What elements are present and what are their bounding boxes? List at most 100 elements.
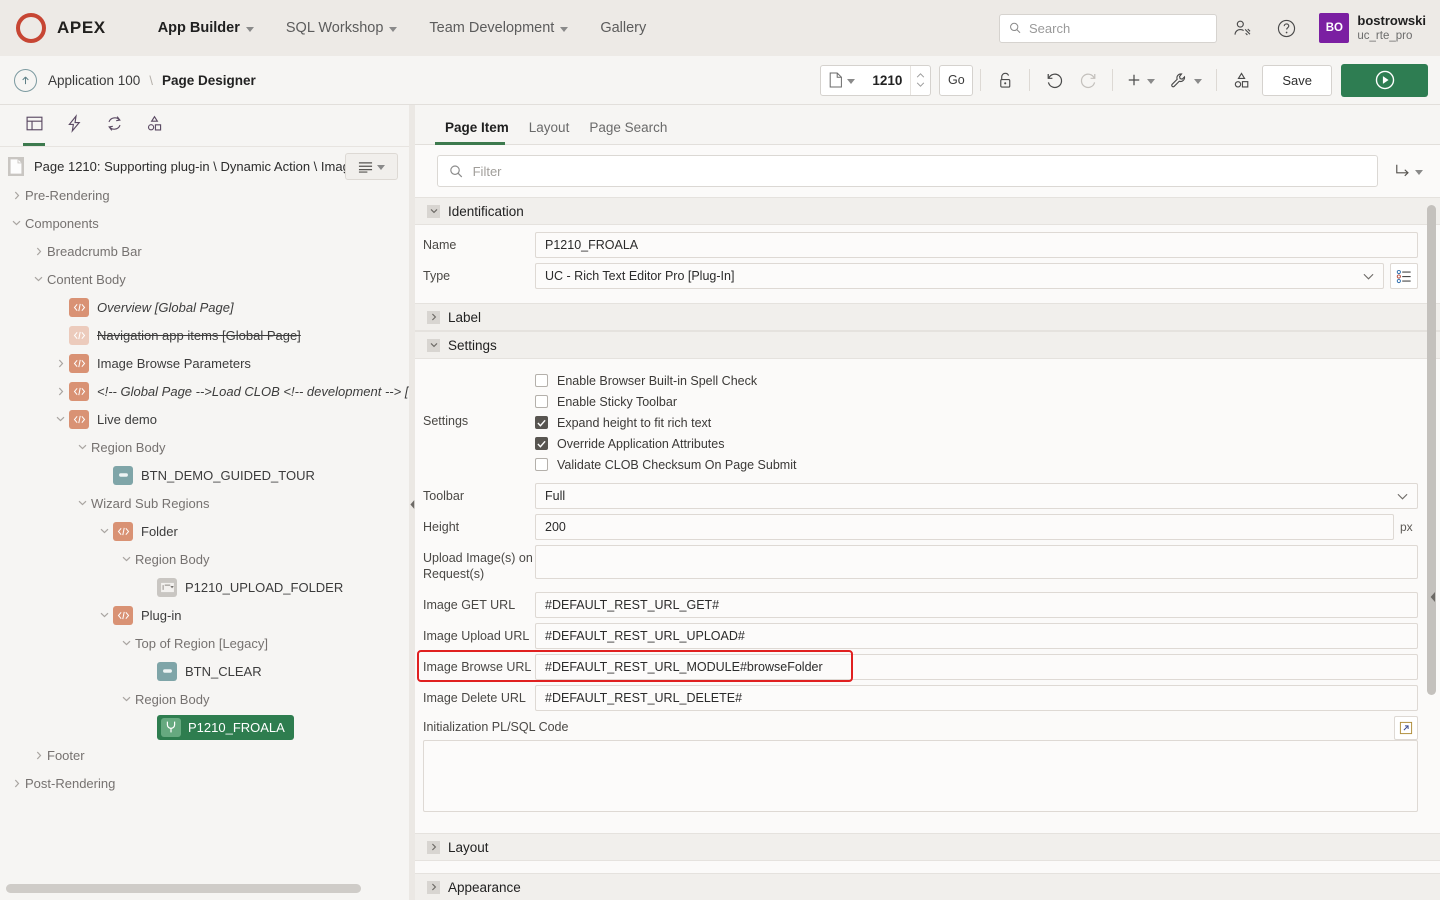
tree-node[interactable]: P1210_UPLOAD_FOLDER [0, 573, 409, 601]
undo-icon[interactable] [1037, 65, 1071, 96]
tree-node-selected[interactable]: P1210_FROALA [157, 715, 294, 740]
nav-item-sql-workshop[interactable]: SQL Workshop [270, 14, 414, 42]
tree-node[interactable]: BTN_DEMO_GUIDED_TOUR [0, 461, 409, 489]
page-selector[interactable]: 1210 [820, 65, 931, 96]
nav-item-team-development[interactable]: Team Development [413, 14, 584, 42]
search-input[interactable] [1029, 21, 1207, 36]
tree-node[interactable]: Post-Rendering [0, 769, 409, 797]
section-header-settings[interactable]: Settings [415, 331, 1440, 359]
section-header-appearance[interactable]: Appearance [415, 873, 1440, 900]
chevron-right-icon[interactable] [8, 779, 25, 788]
rendering-tab[interactable] [14, 105, 54, 146]
filter-input[interactable] [473, 164, 1366, 179]
image-upload-url-input[interactable] [535, 623, 1418, 649]
checkbox-unchecked-icon[interactable] [535, 374, 548, 387]
breadcrumb-application[interactable]: Application 100 [48, 73, 140, 88]
checkbox-checked-icon[interactable] [535, 437, 548, 450]
shared-components-tab[interactable] [134, 105, 174, 146]
upload-requests-input[interactable] [535, 545, 1418, 579]
avatar[interactable]: BO [1319, 13, 1349, 43]
checkbox-checked-icon[interactable] [535, 416, 548, 429]
chevron-down-icon[interactable] [30, 276, 47, 282]
tab-layout[interactable]: Layout [519, 120, 580, 144]
chevron-right-icon[interactable] [52, 359, 69, 368]
tree-node[interactable]: Components [0, 209, 409, 237]
tree-node[interactable]: Folder [0, 517, 409, 545]
tree-node[interactable]: Wizard Sub Regions [0, 489, 409, 517]
checkbox-unchecked-icon[interactable] [535, 458, 548, 471]
tree-node[interactable]: Region Body [0, 433, 409, 461]
name-input[interactable] [535, 232, 1418, 258]
tree-node[interactable]: Image Browse Parameters [0, 349, 409, 377]
tab-page-search[interactable]: Page Search [579, 120, 677, 144]
processing-tab[interactable] [94, 105, 134, 146]
chevron-right-icon[interactable] [30, 751, 47, 760]
chevron-right-icon[interactable] [30, 247, 47, 256]
utilities-button[interactable] [1162, 65, 1209, 96]
unlock-icon[interactable] [988, 65, 1022, 96]
tree-node[interactable]: Breadcrumb Bar [0, 237, 409, 265]
init-plsql-textarea[interactable] [423, 740, 1418, 812]
section-header-identification[interactable]: Identification [415, 197, 1440, 225]
settings-checkbox[interactable]: Expand height to fit rich text [535, 413, 796, 433]
user-menu[interactable]: bostrowski uc_rte_pro [1357, 13, 1426, 44]
checkbox-unchecked-icon[interactable] [535, 395, 548, 408]
tree-node[interactable]: BTN_CLEAR [0, 657, 409, 685]
tree-menu-button[interactable] [345, 153, 398, 180]
tree-node[interactable]: Content Body [0, 265, 409, 293]
settings-checkbox[interactable]: Override Application Attributes [535, 434, 796, 454]
toolbar-select[interactable]: Full [535, 483, 1418, 509]
chevron-down-icon[interactable] [74, 444, 91, 450]
chevron-down-icon[interactable] [118, 556, 135, 562]
image-get-url-input[interactable] [535, 592, 1418, 618]
type-lov-button[interactable] [1390, 263, 1418, 289]
tree-node[interactable]: Region Body [0, 545, 409, 573]
tab-page-item[interactable]: Page Item [435, 120, 519, 144]
filter-options-button[interactable] [1390, 159, 1427, 183]
global-search[interactable] [999, 14, 1217, 43]
chevron-down-icon[interactable] [118, 696, 135, 702]
chevron-right-icon[interactable] [8, 191, 25, 200]
tree-node[interactable]: <!-- Global Page -->Load CLOB <!-- devel… [0, 377, 409, 405]
height-input[interactable] [535, 514, 1394, 540]
image-browse-url-input[interactable] [535, 654, 1418, 680]
property-filter[interactable] [437, 155, 1378, 187]
tree-root-row[interactable]: Page 1210: Supporting plug-in \ Dynamic … [0, 151, 409, 181]
page-picker-button[interactable] [821, 66, 862, 95]
help-circle-icon[interactable] [1267, 9, 1305, 47]
shapes-icon[interactable] [1224, 65, 1258, 96]
tree-node[interactable]: Top of Region [Legacy] [0, 629, 409, 657]
save-button[interactable]: Save [1262, 65, 1332, 96]
tree-node[interactable]: P1210_FROALA [0, 713, 409, 741]
settings-checkbox[interactable]: Validate CLOB Checksum On Page Submit [535, 455, 796, 475]
tree-node[interactable]: Plug-in [0, 601, 409, 629]
image-delete-url-input[interactable] [535, 685, 1418, 711]
arrow-up-circle-icon[interactable] [14, 69, 37, 92]
chevron-down-icon[interactable] [96, 528, 113, 534]
chevron-down-icon[interactable] [96, 612, 113, 618]
page-number-value[interactable]: 1210 [862, 73, 910, 88]
right-panel-collapse-handle[interactable] [1427, 588, 1439, 606]
tree-node[interactable]: Pre-Rendering [0, 181, 409, 209]
settings-checkbox[interactable]: Enable Browser Built-in Spell Check [535, 371, 796, 391]
run-page-button[interactable] [1341, 64, 1428, 97]
section-header-label[interactable]: Label [415, 303, 1440, 331]
tree-horizontal-scrollbar[interactable] [6, 884, 395, 893]
property-vertical-scrollbar[interactable] [1427, 205, 1436, 695]
tree-node[interactable]: Live demo [0, 405, 409, 433]
plsql-expand-button[interactable] [1394, 716, 1418, 740]
chevron-down-icon[interactable] [74, 500, 91, 506]
chevron-right-icon[interactable] [52, 387, 69, 396]
go-button[interactable]: Go [939, 65, 973, 96]
dynamic-actions-tab[interactable] [54, 105, 94, 146]
scrollbar-thumb[interactable] [6, 884, 361, 893]
tree-node[interactable]: Region Body [0, 685, 409, 713]
tree-node[interactable]: Footer [0, 741, 409, 769]
add-component-button[interactable] [1120, 65, 1162, 96]
type-select[interactable]: UC - Rich Text Editor Pro [Plug-In] [535, 263, 1384, 289]
tree-node[interactable]: Overview [Global Page] [0, 293, 409, 321]
tree-node[interactable]: Navigation app items [Global Page] [0, 321, 409, 349]
nav-item-app-builder[interactable]: App Builder [142, 14, 270, 42]
chevron-down-icon[interactable] [118, 640, 135, 646]
page-number-stepper[interactable] [910, 66, 930, 95]
